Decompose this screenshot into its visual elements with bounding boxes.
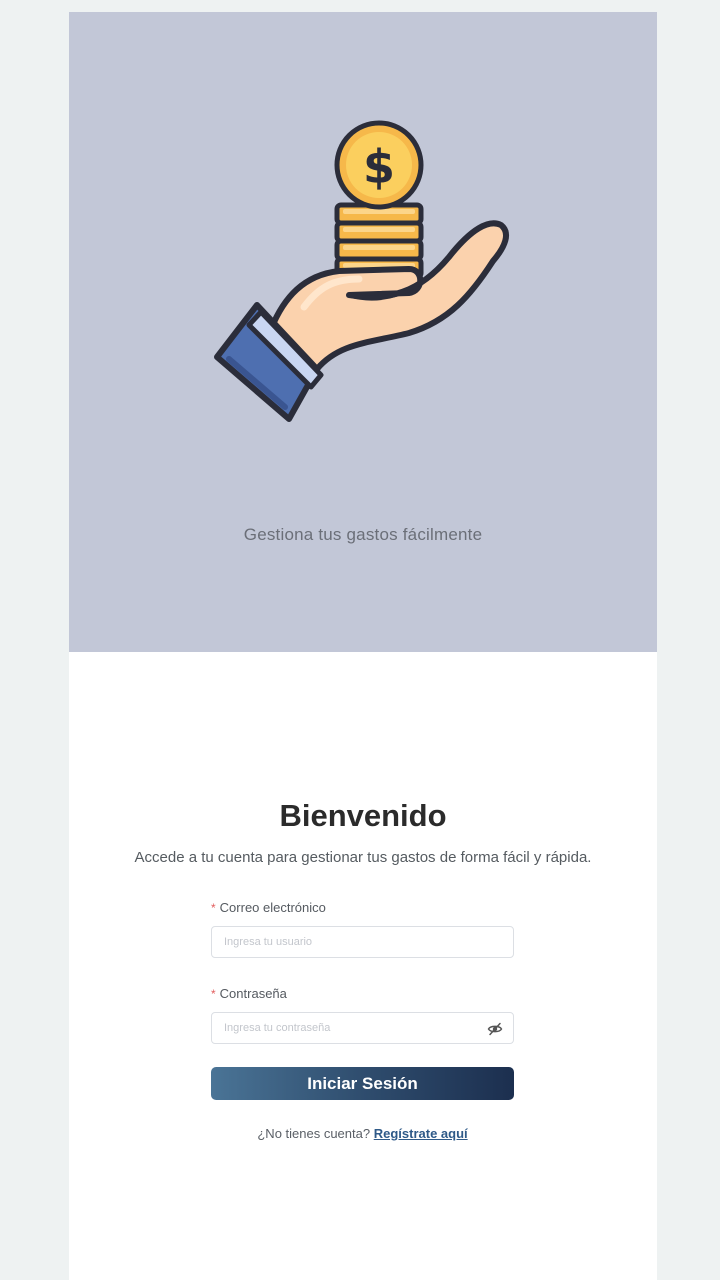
required-mark: * (211, 901, 216, 915)
page-title: Bienvenido (279, 798, 447, 833)
password-label-text: Contraseña (219, 986, 287, 1001)
hero-panel: $ Gestiona tus gastos fácilmente (69, 12, 657, 652)
eye-slash-icon[interactable] (487, 1021, 503, 1037)
password-label: * Contraseña (211, 985, 514, 1003)
hero-tagline: Gestiona tus gastos fácilmente (243, 525, 483, 544)
password-field-wrapper (211, 1012, 514, 1044)
password-field[interactable] (212, 1013, 513, 1043)
email-label-text: Correo electrónico (219, 900, 326, 915)
login-card: $ Gestiona tus gastos fácilmente Bienven… (69, 12, 657, 1280)
register-link[interactable]: Regístrate aquí (374, 1126, 468, 1141)
svg-text:$: $ (363, 140, 395, 194)
email-label: * Correo electrónico (211, 899, 514, 917)
login-form: *Correo electrónico *Contraseña Iniciar … (211, 899, 514, 1141)
page-subtitle: Accede a tu cuenta para gestionar tus ga… (134, 849, 592, 866)
login-button[interactable]: Iniciar Sesión (211, 1067, 514, 1100)
email-field-wrapper (211, 926, 514, 958)
required-mark: * (211, 987, 216, 1001)
register-prompt-line: ¿No tienes cuenta? Regístrate aquí (211, 1126, 514, 1141)
hand-holding-coins-icon: $ (214, 120, 510, 422)
register-prompt: ¿No tienes cuenta? (257, 1126, 371, 1141)
email-field[interactable] (212, 927, 513, 957)
